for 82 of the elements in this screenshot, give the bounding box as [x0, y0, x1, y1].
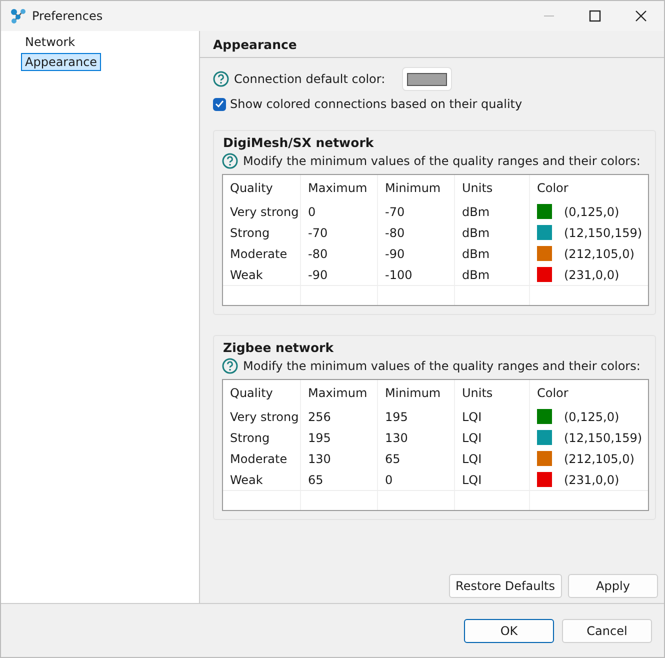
column-header: Maximum: [301, 380, 378, 406]
table-cell: 65: [378, 448, 455, 469]
table-cell: LQI: [455, 469, 530, 490]
help-icon: [222, 153, 238, 169]
table-cell: Strong: [223, 427, 301, 448]
maximize-icon: [589, 10, 601, 22]
column-header: Quality: [223, 380, 301, 406]
color-swatch[interactable]: [537, 267, 552, 282]
table-cell: 130: [301, 448, 378, 469]
hint-text: Modify the minimum values of the quality ranges and their colors:: [243, 359, 640, 373]
checkbox-label: Show colored connections based on their quality: [230, 97, 522, 111]
color-swatch[interactable]: [537, 225, 552, 240]
table-cell: -70: [301, 222, 378, 243]
ok-button[interactable]: OK: [464, 618, 554, 642]
table-cell: (12,150,159): [564, 430, 642, 444]
table-cell: (231,0,0): [564, 472, 620, 486]
table-cell: -80: [378, 222, 455, 243]
table-cell: 130: [378, 427, 455, 448]
column-header: Color: [536, 385, 570, 402]
table-cell: dBm: [455, 222, 530, 243]
color-button[interactable]: [402, 67, 452, 91]
table-cell: 195: [301, 427, 378, 448]
checkbox[interactable]: [213, 98, 226, 110]
color-swatch[interactable]: [537, 472, 552, 487]
cancel-button[interactable]: Cancel: [562, 618, 652, 642]
table-cell: -70: [378, 201, 455, 222]
color-swatch[interactable]: [537, 204, 552, 219]
table-cell: 65: [301, 469, 378, 490]
table-cell: Weak: [223, 469, 301, 490]
app-icon: [10, 8, 26, 24]
table-cell: (231,0,0): [564, 268, 620, 282]
restore-defaults-button[interactable]: Restore Defaults: [448, 574, 562, 598]
table-cell: Moderate: [223, 448, 301, 469]
table-cell: (212,105,0): [564, 452, 634, 466]
table-cell: Moderate: [223, 243, 301, 264]
table-cell: Strong: [223, 222, 301, 243]
group-title: Zigbee network: [223, 340, 335, 355]
table-cell: Very strong: [223, 201, 301, 222]
table-cell: -90: [301, 264, 378, 285]
table-cell: -100: [378, 264, 455, 285]
column-header: Minimum: [378, 175, 455, 201]
table-cell: 195: [378, 406, 455, 427]
table-cell: LQI: [455, 448, 530, 469]
table-cell: LQI: [455, 427, 530, 448]
table-cell: (12,150,159): [564, 226, 642, 240]
close-icon: [635, 10, 647, 22]
table-cell: (212,105,0): [564, 246, 634, 260]
window-title: Preferences: [32, 9, 103, 23]
color-swatch[interactable]: [537, 451, 552, 466]
color-swatch: [407, 72, 448, 86]
help-icon: [222, 358, 238, 374]
sidebar-item[interactable]: Network: [21, 33, 80, 51]
column-header: Maximum: [301, 175, 378, 201]
sidebar-item[interactable]: Appearance: [21, 53, 102, 71]
table-cell: -90: [378, 243, 455, 264]
table-cell: dBm: [455, 243, 530, 264]
table-cell: -80: [301, 243, 378, 264]
color-swatch[interactable]: [537, 409, 552, 424]
color-swatch[interactable]: [537, 430, 552, 445]
help-icon: [213, 71, 229, 87]
column-header: Minimum: [378, 380, 455, 406]
checkmark-icon: [215, 100, 224, 108]
table-cell: Weak: [223, 264, 301, 285]
color-swatch[interactable]: [537, 246, 552, 261]
table-cell: dBm: [455, 264, 530, 285]
table-cell: 0: [378, 469, 455, 490]
table-cell: dBm: [455, 201, 530, 222]
group-title: DigiMesh/SX network: [223, 135, 375, 150]
table-cell: 0: [301, 201, 378, 222]
column-header: Units: [455, 380, 530, 406]
column-header: Units: [455, 175, 530, 201]
table-cell: (0,125,0): [564, 410, 620, 424]
table-cell: LQI: [455, 406, 530, 427]
apply-button[interactable]: Apply: [568, 574, 658, 598]
page-title: Appearance: [213, 36, 297, 52]
table-cell: (0,125,0): [564, 204, 620, 218]
column-header: Color: [536, 180, 570, 197]
field-label: Connection default color:: [234, 72, 386, 86]
hint-text: Modify the minimum values of the quality ranges and their colors:: [243, 154, 640, 168]
table-cell: 256: [301, 406, 378, 427]
column-header: Quality: [223, 175, 301, 201]
table-cell: Very strong: [223, 406, 301, 427]
